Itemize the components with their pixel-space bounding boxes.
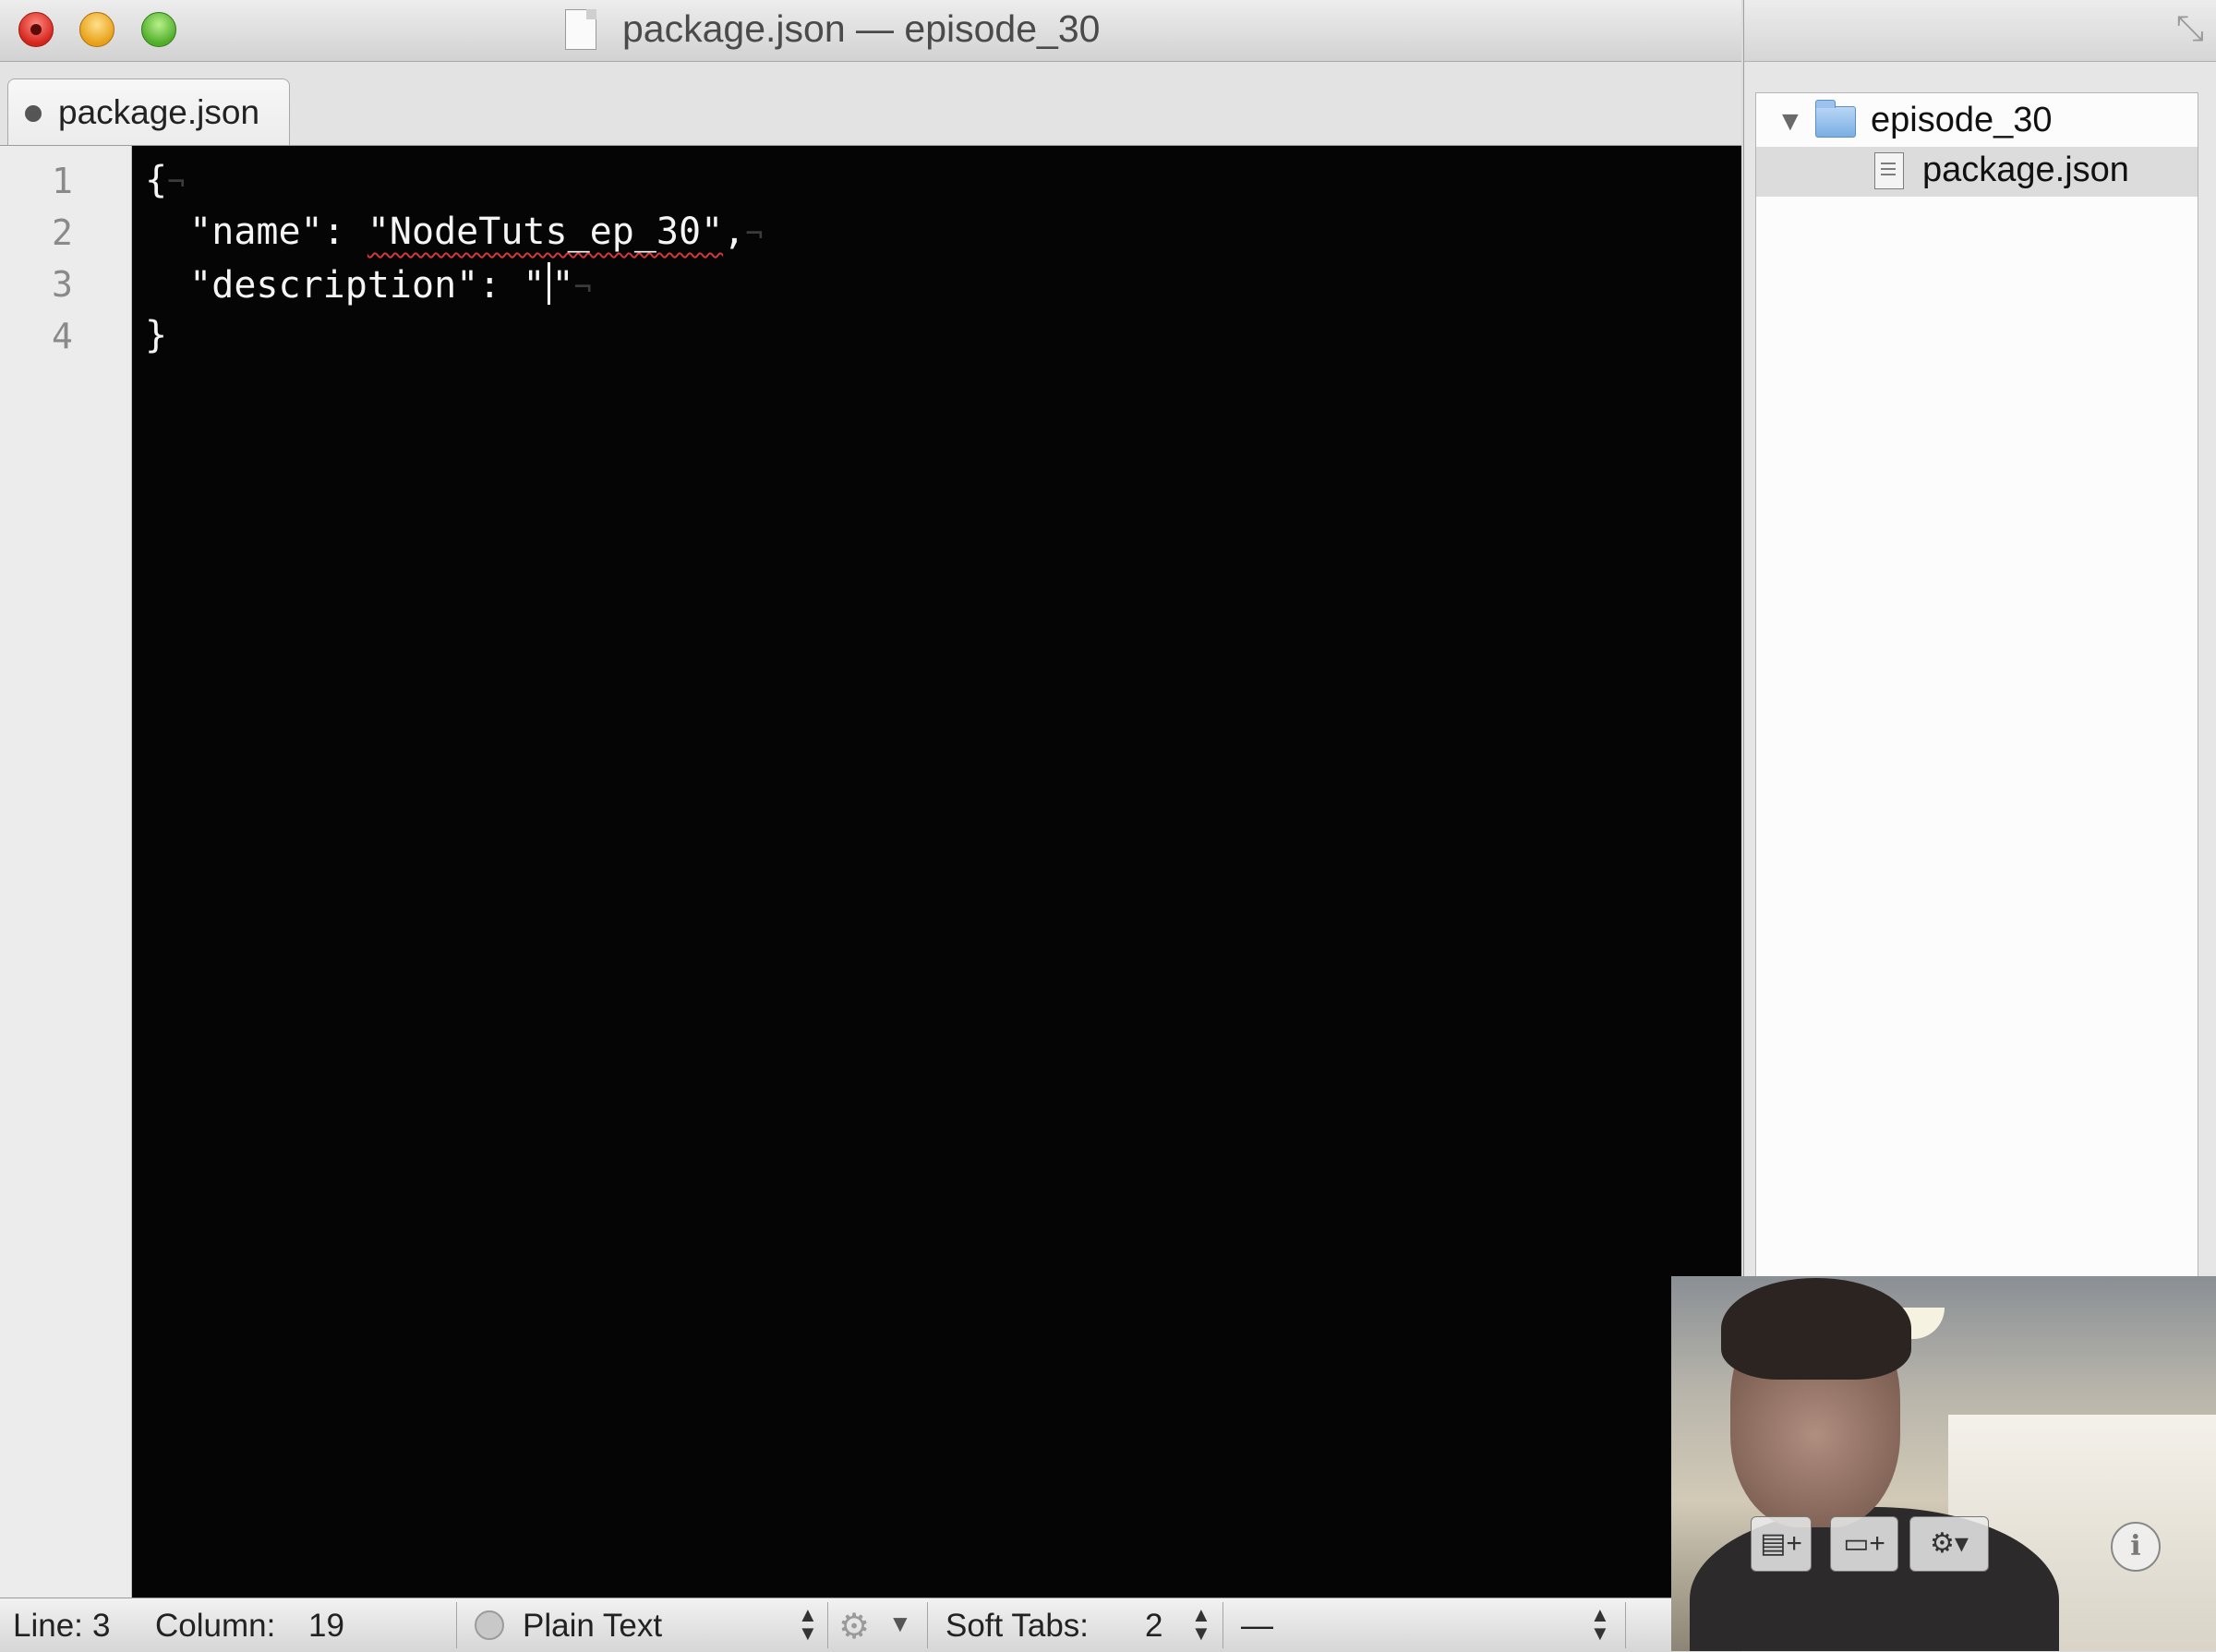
line-number: 4 [52, 316, 73, 356]
divider [827, 1602, 828, 1648]
maximize-icon[interactable] [141, 12, 176, 47]
symbol-select[interactable]: — [1241, 1608, 1273, 1645]
text-cursor [547, 262, 550, 305]
close-icon[interactable] [18, 12, 54, 47]
eol-marker: ¬ [745, 216, 764, 251]
eol-marker: ¬ [167, 164, 186, 199]
code-line: "name": "NodeTuts_ep_30",¬ [145, 211, 764, 253]
divider [456, 1602, 457, 1648]
file-label: package.json [1922, 151, 2129, 189]
line-label: Line: [13, 1608, 83, 1644]
code-line: "description": " "¬ [145, 262, 592, 307]
minimize-icon[interactable] [79, 12, 114, 47]
line-value: 3 [92, 1608, 111, 1644]
tab-package-json[interactable]: package.json [7, 78, 290, 145]
divider [1222, 1602, 1223, 1648]
line-number: 1 [52, 161, 73, 201]
title-bar: package.json — episode_30 [0, 0, 1741, 62]
new-folder-icon[interactable]: ▭+ [1830, 1516, 1898, 1572]
folder-icon [1815, 100, 1856, 138]
code-editor[interactable]: {¬ "name": "NodeTuts_ep_30",¬ "descripti… [132, 146, 1741, 1598]
soft-tabs-label[interactable]: Soft Tabs: [945, 1608, 1089, 1645]
column-value: 19 [308, 1608, 344, 1644]
clock-icon [475, 1610, 504, 1640]
disclosure-triangle-icon[interactable]: ▼ [1776, 106, 1804, 138]
divider [927, 1602, 928, 1648]
code-line: } [145, 314, 167, 356]
presenter-hair [1721, 1278, 1911, 1380]
json-colon: : [322, 211, 367, 253]
tab-bar: package.json [0, 62, 1741, 146]
resize-icon[interactable]: ⤡ [2176, 9, 2204, 49]
code-text: { [145, 159, 168, 201]
code-line: {¬ [145, 159, 185, 201]
bundle-gear-icon[interactable]: ⚙ [838, 1606, 870, 1647]
folder-label: episode_30 [1871, 101, 2053, 139]
window-title: package.json — episode_30 [622, 7, 1101, 50]
tab-label: package.json [58, 93, 260, 131]
divider [1625, 1602, 1626, 1648]
status-bar: Line: 3 Column: 19 Plain Text ▲ ▼ ⚙ ▼ Sof… [0, 1598, 1741, 1652]
line-number-gutter: 1 2 3 4 [0, 146, 132, 1598]
updown-arrows-icon: ▲ ▼ [798, 1603, 818, 1645]
new-file-icon[interactable]: ▤+ [1751, 1516, 1812, 1572]
info-icon[interactable]: i [2111, 1522, 2161, 1572]
webcam-overlay: ▤+ ▭+ ⚙▾ i [1671, 1276, 2216, 1651]
updown-arrows-icon: ▲ ▼ [1590, 1603, 1610, 1645]
tree-item-file[interactable]: package.json [1756, 147, 2198, 197]
json-value-close-quote: " [551, 264, 574, 307]
language-select[interactable]: Plain Text [523, 1608, 662, 1645]
column-label: Column: [155, 1608, 276, 1644]
unsaved-dot-icon [25, 105, 42, 122]
tree-item-folder[interactable]: ▼ episode_30 [1756, 97, 2198, 147]
updown-arrows-icon: ▲ ▼ [1191, 1603, 1211, 1645]
soft-tabs-value[interactable]: 2 [1145, 1608, 1162, 1645]
json-key: "description" [189, 264, 479, 307]
document-icon [565, 9, 596, 50]
drawer-header: ⤡ [1744, 0, 2216, 62]
json-key: "name" [189, 211, 323, 253]
gear-icon[interactable]: ⚙▾ [1909, 1516, 1989, 1572]
line-number: 2 [52, 212, 73, 253]
eol-marker: ¬ [573, 270, 592, 305]
file-icon [1874, 152, 1904, 189]
json-value-open-quote: " [523, 264, 546, 307]
line-number: 3 [52, 264, 73, 305]
json-value: "NodeTuts_ep_30" [367, 211, 724, 253]
json-comma: , [723, 211, 746, 253]
chevron-down-icon: ▼ [888, 1610, 912, 1637]
json-colon: : [478, 264, 524, 307]
code-text: } [145, 314, 168, 356]
